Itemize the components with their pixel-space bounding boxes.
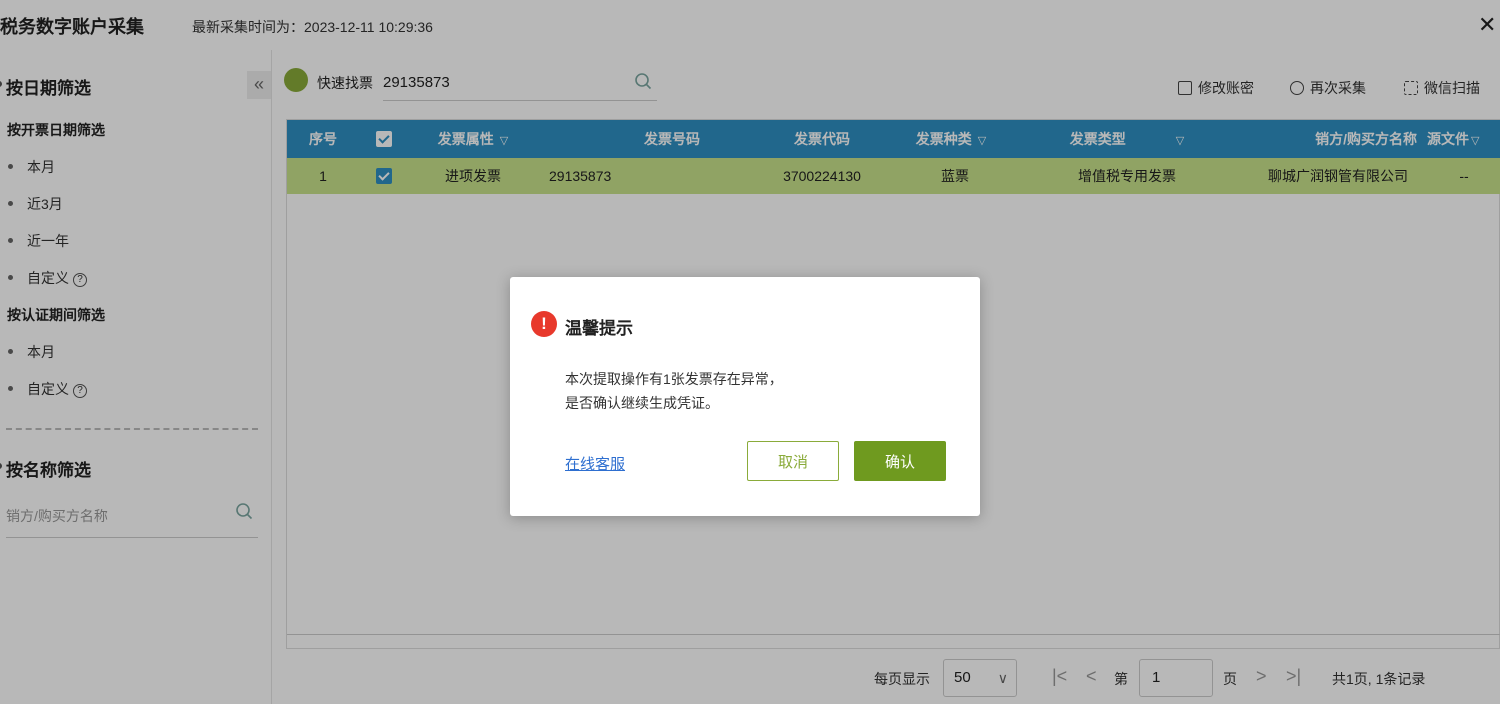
confirm-button[interactable]: 确认 [854, 441, 946, 481]
dialog-message-line1: 本次提取操作有1张发票存在异常， [565, 371, 783, 387]
warning-dialog: ! 温馨提示 本次提取操作有1张发票存在异常， 是否确认继续生成凭证。 在线客服… [510, 277, 980, 516]
dialog-message-line2: 是否确认继续生成凭证。 [565, 395, 719, 411]
cancel-button[interactable]: 取消 [747, 441, 839, 481]
warning-icon: ! [531, 311, 557, 337]
online-service-link[interactable]: 在线客服 [565, 453, 625, 474]
dialog-title: 温馨提示 [565, 319, 633, 338]
